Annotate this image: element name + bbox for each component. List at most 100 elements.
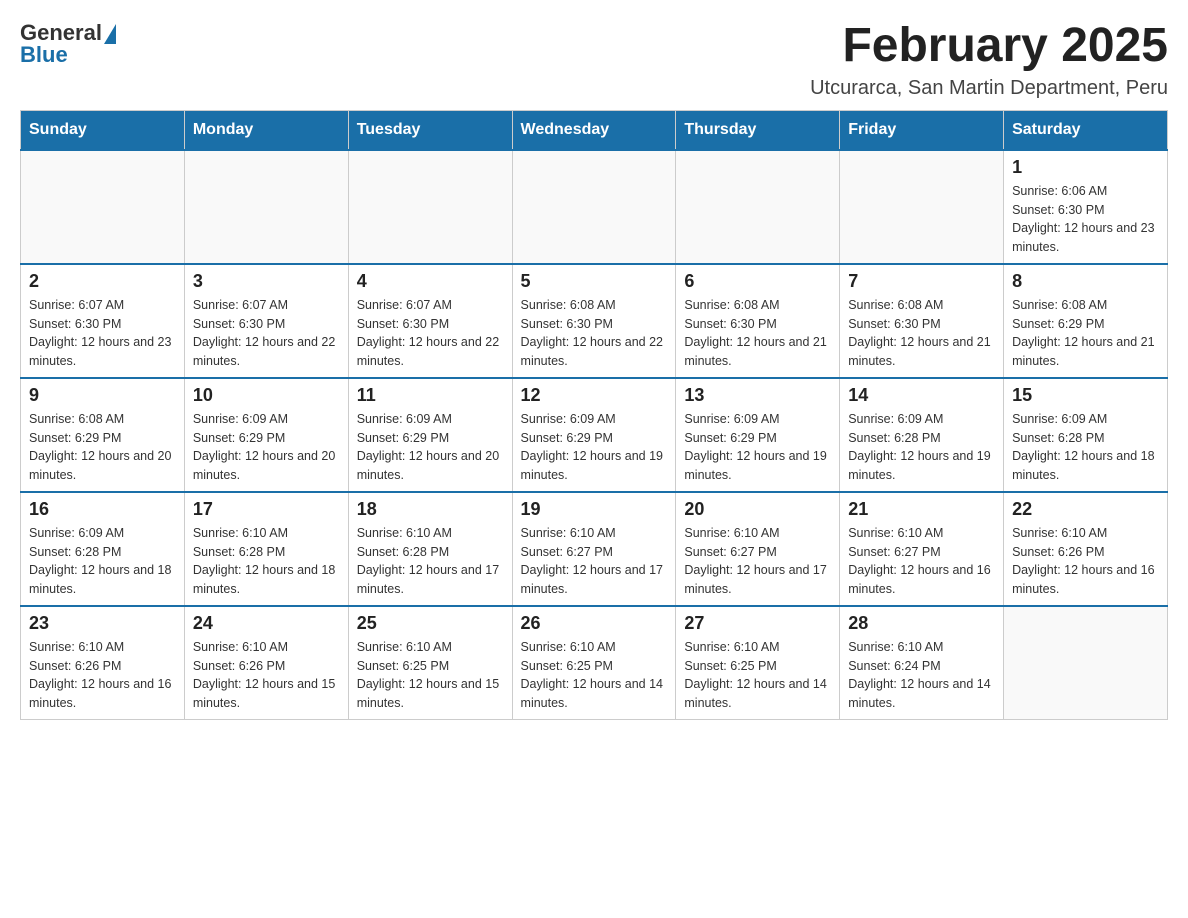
weekday-header-tuesday: Tuesday xyxy=(348,110,512,150)
weekday-header-saturday: Saturday xyxy=(1004,110,1168,150)
weekday-header-thursday: Thursday xyxy=(676,110,840,150)
calendar-cell: 17 Sunrise: 6:10 AM Sunset: 6:28 PM Dayli… xyxy=(184,492,348,606)
week-row-5: 23Sunrise: 6:10 AM Sunset: 6:26 PM Dayli… xyxy=(21,606,1168,720)
day-number: 9 xyxy=(29,385,176,406)
day-info: Sunrise: 6:08 AM Sunset: 6:29 PM Dayligh… xyxy=(1012,296,1159,371)
day-number: 27 xyxy=(684,613,831,634)
calendar-cell: 27 Sunrise: 6:10 AM Sunset: 6:25 PM Dayli… xyxy=(676,606,840,720)
day-info: Sunrise: 6:10 AM Sunset: 6:25 PM Dayligh… xyxy=(521,638,668,713)
day-number: 10 xyxy=(193,385,340,406)
calendar-cell xyxy=(840,150,1004,264)
day-info: Sunrise: 6:10 AM Sunset: 6:24 PM Dayligh… xyxy=(848,638,995,713)
calendar-cell xyxy=(512,150,676,264)
day-number: 26 xyxy=(521,613,668,634)
calendar-cell: 12 Sunrise: 6:09 AM Sunset: 6:29 PM Dayli… xyxy=(512,378,676,492)
day-info: Sunrise: 6:10 AM Sunset: 6:26 PM Dayligh… xyxy=(1012,524,1159,599)
day-number: 16 xyxy=(29,499,176,520)
day-number: 12 xyxy=(521,385,668,406)
calendar-cell: 6 Sunrise: 6:08 AM Sunset: 6:30 PM Daylig… xyxy=(676,264,840,378)
weekday-header-monday: Monday xyxy=(184,110,348,150)
calendar-cell: 15Sunrise: 6:09 AM Sunset: 6:28 PM Dayli… xyxy=(1004,378,1168,492)
calendar-cell: 19 Sunrise: 6:10 AM Sunset: 6:27 PM Dayli… xyxy=(512,492,676,606)
week-row-3: 9 Sunrise: 6:08 AM Sunset: 6:29 PM Daylig… xyxy=(21,378,1168,492)
day-info: Sunrise: 6:08 AM Sunset: 6:29 PM Dayligh… xyxy=(29,410,176,485)
day-number: 7 xyxy=(848,271,995,292)
day-number: 6 xyxy=(684,271,831,292)
day-info: Sunrise: 6:10 AM Sunset: 6:26 PM Dayligh… xyxy=(193,638,340,713)
calendar-cell: 20Sunrise: 6:10 AM Sunset: 6:27 PM Dayli… xyxy=(676,492,840,606)
calendar-cell: 11 Sunrise: 6:09 AM Sunset: 6:29 PM Dayli… xyxy=(348,378,512,492)
month-title: February 2025 xyxy=(810,20,1168,73)
day-number: 14 xyxy=(848,385,995,406)
week-row-1: 1 Sunrise: 6:06 AM Sunset: 6:30 PM Daylig… xyxy=(21,150,1168,264)
day-info: Sunrise: 6:09 AM Sunset: 6:29 PM Dayligh… xyxy=(193,410,340,485)
calendar-cell: 9 Sunrise: 6:08 AM Sunset: 6:29 PM Daylig… xyxy=(21,378,185,492)
week-row-4: 16 Sunrise: 6:09 AM Sunset: 6:28 PM Dayli… xyxy=(21,492,1168,606)
calendar-cell: 23Sunrise: 6:10 AM Sunset: 6:26 PM Dayli… xyxy=(21,606,185,720)
day-number: 3 xyxy=(193,271,340,292)
calendar-cell: 26 Sunrise: 6:10 AM Sunset: 6:25 PM Dayli… xyxy=(512,606,676,720)
day-number: 18 xyxy=(357,499,504,520)
day-number: 5 xyxy=(521,271,668,292)
calendar-cell xyxy=(1004,606,1168,720)
weekday-header-friday: Friday xyxy=(840,110,1004,150)
calendar-cell: 4 Sunrise: 6:07 AM Sunset: 6:30 PM Daylig… xyxy=(348,264,512,378)
day-info: Sunrise: 6:09 AM Sunset: 6:28 PM Dayligh… xyxy=(848,410,995,485)
calendar-cell: 10 Sunrise: 6:09 AM Sunset: 6:29 PM Dayli… xyxy=(184,378,348,492)
day-number: 28 xyxy=(848,613,995,634)
calendar-cell: 7Sunrise: 6:08 AM Sunset: 6:30 PM Daylig… xyxy=(840,264,1004,378)
calendar-cell: 21Sunrise: 6:10 AM Sunset: 6:27 PM Dayli… xyxy=(840,492,1004,606)
day-info: Sunrise: 6:10 AM Sunset: 6:27 PM Dayligh… xyxy=(521,524,668,599)
day-number: 8 xyxy=(1012,271,1159,292)
calendar-cell: 24 Sunrise: 6:10 AM Sunset: 6:26 PM Dayli… xyxy=(184,606,348,720)
calendar-cell: 16 Sunrise: 6:09 AM Sunset: 6:28 PM Dayli… xyxy=(21,492,185,606)
day-info: Sunrise: 6:09 AM Sunset: 6:29 PM Dayligh… xyxy=(684,410,831,485)
calendar-cell: 3 Sunrise: 6:07 AM Sunset: 6:30 PM Daylig… xyxy=(184,264,348,378)
day-number: 25 xyxy=(357,613,504,634)
calendar-cell: 28 Sunrise: 6:10 AM Sunset: 6:24 PM Dayli… xyxy=(840,606,1004,720)
calendar-cell: 18Sunrise: 6:10 AM Sunset: 6:28 PM Dayli… xyxy=(348,492,512,606)
day-info: Sunrise: 6:10 AM Sunset: 6:26 PM Dayligh… xyxy=(29,638,176,713)
logo-triangle-icon xyxy=(104,24,116,44)
day-number: 13 xyxy=(684,385,831,406)
calendar-cell: 13 Sunrise: 6:09 AM Sunset: 6:29 PM Dayli… xyxy=(676,378,840,492)
day-number: 19 xyxy=(521,499,668,520)
calendar-cell: 22Sunrise: 6:10 AM Sunset: 6:26 PM Dayli… xyxy=(1004,492,1168,606)
calendar-cell: 5 Sunrise: 6:08 AM Sunset: 6:30 PM Daylig… xyxy=(512,264,676,378)
title-section: February 2025 Utcurarca, San Martin Depa… xyxy=(810,20,1168,100)
day-info: Sunrise: 6:06 AM Sunset: 6:30 PM Dayligh… xyxy=(1012,182,1159,257)
day-number: 1 xyxy=(1012,157,1159,178)
day-info: Sunrise: 6:07 AM Sunset: 6:30 PM Dayligh… xyxy=(29,296,176,371)
day-number: 11 xyxy=(357,385,504,406)
calendar-cell xyxy=(676,150,840,264)
calendar-table: SundayMondayTuesdayWednesdayThursdayFrid… xyxy=(20,110,1168,720)
page-header: General Blue February 2025 Utcurarca, Sa… xyxy=(20,20,1168,100)
day-info: Sunrise: 6:08 AM Sunset: 6:30 PM Dayligh… xyxy=(684,296,831,371)
day-info: Sunrise: 6:07 AM Sunset: 6:30 PM Dayligh… xyxy=(193,296,340,371)
logo-blue-text: Blue xyxy=(20,42,68,68)
calendar-cell: 2 Sunrise: 6:07 AM Sunset: 6:30 PM Daylig… xyxy=(21,264,185,378)
calendar-cell xyxy=(21,150,185,264)
day-info: Sunrise: 6:09 AM Sunset: 6:29 PM Dayligh… xyxy=(521,410,668,485)
weekday-header-row: SundayMondayTuesdayWednesdayThursdayFrid… xyxy=(21,110,1168,150)
week-row-2: 2 Sunrise: 6:07 AM Sunset: 6:30 PM Daylig… xyxy=(21,264,1168,378)
day-number: 20 xyxy=(684,499,831,520)
day-number: 17 xyxy=(193,499,340,520)
day-number: 4 xyxy=(357,271,504,292)
logo: General Blue xyxy=(20,20,116,68)
day-info: Sunrise: 6:09 AM Sunset: 6:28 PM Dayligh… xyxy=(29,524,176,599)
day-number: 2 xyxy=(29,271,176,292)
day-number: 24 xyxy=(193,613,340,634)
weekday-header-sunday: Sunday xyxy=(21,110,185,150)
day-info: Sunrise: 6:07 AM Sunset: 6:30 PM Dayligh… xyxy=(357,296,504,371)
calendar-cell xyxy=(348,150,512,264)
day-info: Sunrise: 6:10 AM Sunset: 6:28 PM Dayligh… xyxy=(193,524,340,599)
calendar-cell: 8 Sunrise: 6:08 AM Sunset: 6:29 PM Daylig… xyxy=(1004,264,1168,378)
calendar-cell: 14 Sunrise: 6:09 AM Sunset: 6:28 PM Dayli… xyxy=(840,378,1004,492)
day-info: Sunrise: 6:09 AM Sunset: 6:29 PM Dayligh… xyxy=(357,410,504,485)
calendar-cell xyxy=(184,150,348,264)
day-info: Sunrise: 6:09 AM Sunset: 6:28 PM Dayligh… xyxy=(1012,410,1159,485)
day-info: Sunrise: 6:10 AM Sunset: 6:25 PM Dayligh… xyxy=(684,638,831,713)
calendar-cell: 25Sunrise: 6:10 AM Sunset: 6:25 PM Dayli… xyxy=(348,606,512,720)
day-info: Sunrise: 6:08 AM Sunset: 6:30 PM Dayligh… xyxy=(521,296,668,371)
